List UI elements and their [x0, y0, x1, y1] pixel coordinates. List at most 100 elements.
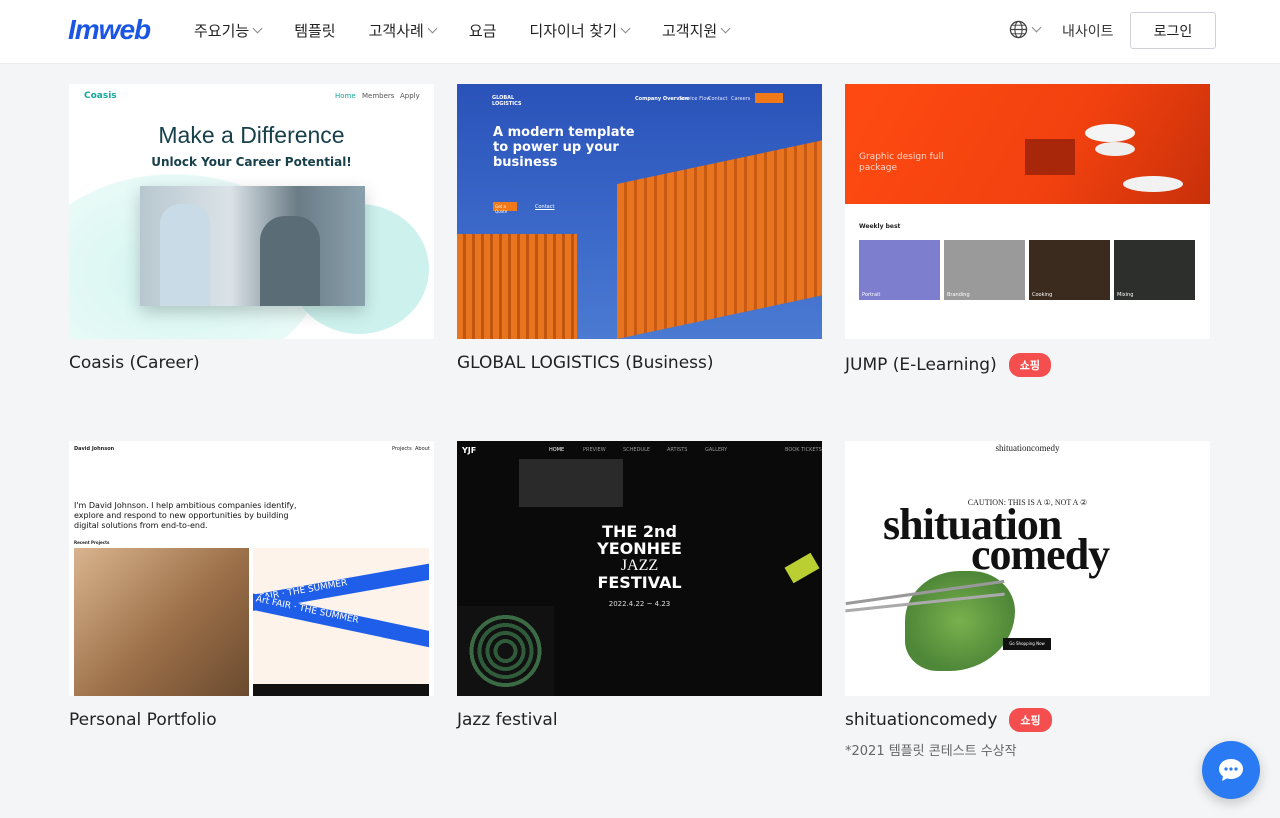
preview-photo — [140, 186, 365, 306]
preview-item-image: Portrait — [859, 240, 940, 300]
template-title[interactable]: JUMP (E-Learning) 쇼핑 — [845, 353, 1210, 377]
preview-band-photo — [519, 459, 623, 507]
preview-nav-item: Service Flow — [679, 96, 711, 102]
chat-bubble-icon — [1219, 759, 1243, 781]
nav-support[interactable]: 고객지원 — [662, 20, 731, 41]
template-title[interactable]: Coasis (Career) — [69, 353, 434, 373]
template-thumbnail[interactable]: YJF HOME PREVIEW SCHEDULE ARTISTS GALLER… — [457, 441, 822, 696]
preview-nav-item: HOME — [549, 447, 565, 453]
nav-templates[interactable]: 템플릿 — [294, 20, 335, 41]
preview-item-image: Cooking — [1029, 240, 1110, 300]
login-button[interactable]: 로그인 — [1130, 12, 1216, 49]
chevron-down-icon — [427, 23, 438, 34]
preview-section-title: Weekly best — [859, 223, 901, 230]
template-card-shituationcomedy[interactable]: shituationcomedy CAUTION: THIS IS A ①, N… — [845, 441, 1210, 759]
main-nav: 주요기능 템플릿 고객사례 요금 디자이너 찾기 고객지원 — [194, 20, 762, 41]
preview-nav-item: SCHEDULE — [623, 447, 651, 453]
preview-brand: YJF — [462, 446, 477, 455]
nav-label: 요금 — [468, 22, 497, 40]
template-card-jazz-festival[interactable]: YJF HOME PREVIEW SCHEDULE ARTISTS GALLER… — [457, 441, 822, 730]
preview-brand: shituationcomedy — [995, 443, 1060, 453]
preview-project-dark — [253, 684, 429, 696]
template-title[interactable]: shituationcomedy 쇼핑 — [845, 708, 1210, 732]
preview-nav-item: About — [415, 446, 430, 452]
preview-nav-item: BOOK TICKETS — [785, 447, 822, 453]
tape-strip: Art FAIR · THE SUMMER — [253, 592, 429, 656]
shopping-badge: 쇼핑 — [1008, 353, 1051, 377]
chat-button[interactable] — [1202, 741, 1260, 799]
headline-line: THE 2nd — [602, 522, 677, 541]
template-thumbnail[interactable]: shituationcomedy CAUTION: THIS IS A ①, N… — [845, 441, 1210, 696]
preview-brand: David Johnson — [74, 446, 115, 452]
template-thumbnail[interactable]: GLOBAL LOGISTICS Company Overview Servic… — [457, 84, 822, 339]
preview-btn-contact: Contact — [535, 204, 555, 210]
nav-label: 주요기능 — [194, 22, 250, 40]
template-card-personal-portfolio[interactable]: David Johnson Projects About I'm David J… — [69, 441, 434, 730]
decor-box — [1025, 139, 1075, 175]
imweb-logo[interactable]: Imweb — [68, 14, 151, 46]
template-title[interactable]: Jazz festival — [457, 710, 822, 730]
preview-nav-home: Home — [335, 92, 356, 100]
headline-line: YEONHEE — [597, 539, 682, 558]
headline-line: FESTIVAL — [597, 573, 682, 592]
decor-disc — [1085, 124, 1135, 142]
preview-item-image: Mixing — [1114, 240, 1195, 300]
shopping-badge: 쇼핑 — [1009, 708, 1052, 732]
language-selector[interactable] — [1009, 20, 1042, 39]
nav-label: 고객지원 — [662, 22, 718, 40]
preview-item-label: Cooking — [1032, 292, 1053, 298]
template-title-text: GLOBAL LOGISTICS (Business) — [457, 353, 714, 373]
preview-intro: I'm David Johnson. I help ambitious comp… — [74, 501, 297, 530]
preview-nav-item: ARTISTS — [667, 447, 688, 453]
preview-item-label: Branding — [947, 292, 970, 298]
preview-concert-photo — [457, 606, 554, 696]
preview-shop-button: Go Shopping Now — [1003, 638, 1051, 650]
preview-item-image: Branding — [944, 240, 1025, 300]
template-card-global-logistics[interactable]: GLOBAL LOGISTICS Company Overview Servic… — [457, 84, 822, 373]
preview-headline: THE 2nd YEONHEE JAZZ FESTIVAL — [457, 523, 822, 591]
template-card-jump[interactable]: Graphic design full package Weekly best … — [845, 84, 1210, 377]
template-card-coasis[interactable]: Coasis Home Members Apply Make a Differe… — [69, 84, 434, 373]
nav-label: 고객사례 — [368, 22, 424, 40]
preview-nav-item: Projects — [392, 446, 412, 452]
globe-icon — [1009, 20, 1028, 39]
my-site-link[interactable]: 내사이트 — [1062, 21, 1114, 41]
headline-line: JAZZ — [620, 557, 659, 574]
preview-nav-item: Contact — [708, 96, 728, 102]
nav-customer-cases[interactable]: 고객사례 — [368, 20, 438, 41]
chevron-down-icon — [620, 23, 631, 34]
template-thumbnail[interactable]: Graphic design full package Weekly best … — [845, 84, 1210, 339]
preview-nav-item: GALLERY — [705, 447, 728, 453]
preview-nav-item: PREVIEW — [583, 447, 606, 453]
preview-word2: comedy — [971, 530, 1110, 579]
template-title-text: Coasis (Career) — [69, 353, 200, 373]
preview-nav-members: Members — [362, 92, 395, 100]
preview-nav-item: Careers — [731, 96, 751, 102]
preview-brand: GLOBAL LOGISTICS — [492, 95, 522, 107]
preview-subheadline: Unlock Your Career Potential! — [151, 155, 352, 169]
decor-disc — [1123, 176, 1183, 192]
preview-project-photo — [74, 548, 249, 696]
nav-label: 디자이너 찾기 — [529, 22, 617, 40]
template-title[interactable]: Personal Portfolio — [69, 710, 434, 730]
decor-disc — [1095, 142, 1135, 156]
template-thumbnail[interactable]: David Johnson Projects About I'm David J… — [69, 441, 434, 696]
preview-hero-text: Graphic design full package — [859, 152, 944, 173]
chevron-down-icon — [252, 23, 263, 34]
template-title-text: shituationcomedy — [845, 710, 998, 730]
nav-features[interactable]: 주요기능 — [194, 20, 263, 41]
nav-find-designer[interactable]: 디자이너 찾기 — [529, 20, 631, 41]
template-thumbnail[interactable]: Coasis Home Members Apply Make a Differe… — [69, 84, 434, 339]
chevron-down-icon — [720, 23, 731, 34]
preview-project-art: Art FAIR · THE SUMMER Art FAIR · THE SUM… — [253, 548, 429, 684]
preview-item-label: Mixing — [1117, 292, 1134, 298]
template-title-text: JUMP (E-Learning) — [845, 355, 997, 375]
preview-brand: Coasis — [84, 91, 117, 101]
top-header: Imweb 주요기능 템플릿 고객사례 요금 디자이너 찾기 고객지원 내사이트… — [0, 0, 1280, 64]
preview-cta — [755, 93, 783, 103]
preview-btn-quote: Get a Quote — [493, 202, 517, 214]
preview-headline: A modern template to power up your busin… — [493, 125, 635, 170]
nav-pricing[interactable]: 요금 — [469, 20, 497, 41]
template-title[interactable]: GLOBAL LOGISTICS (Business) — [457, 353, 822, 373]
preview-nav-apply: Apply — [400, 92, 420, 100]
